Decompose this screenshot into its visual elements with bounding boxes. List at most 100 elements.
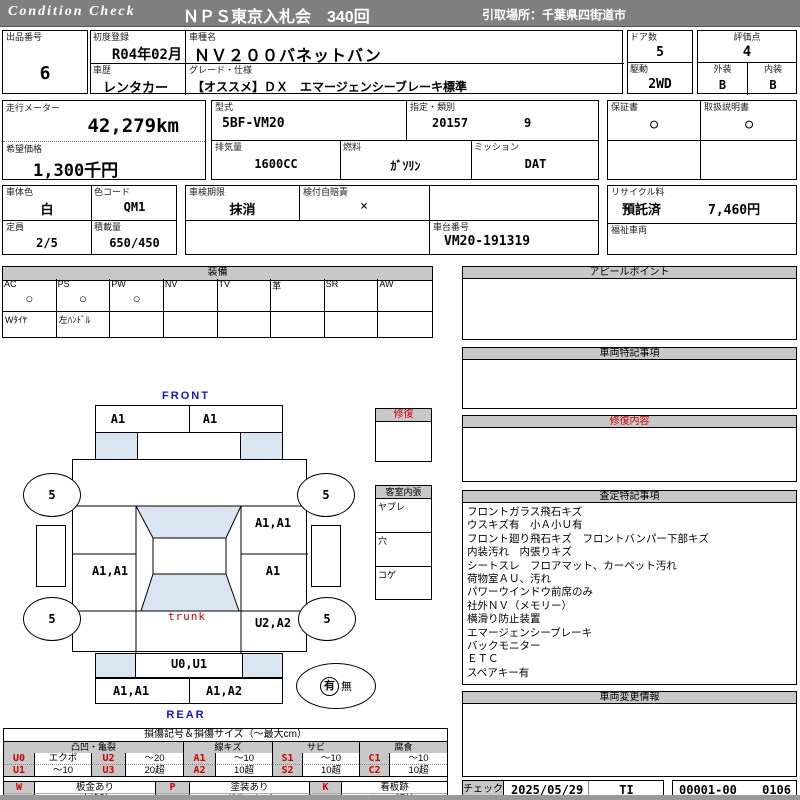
- capacity-label: 定員: [6, 222, 25, 232]
- warranty-label: 保証書: [611, 102, 639, 112]
- body-color-value: 白: [40, 203, 54, 218]
- legend-group: 線キズ: [183, 742, 272, 753]
- equipment-cell: AC ○: [3, 279, 57, 312]
- assessment-line: フロントガラス飛石キズ: [467, 506, 583, 518]
- assessment-line: エマージェンシーブレーキ: [467, 626, 593, 639]
- assessment-line: スペアキー有: [467, 666, 530, 679]
- equipment-extra: [271, 312, 325, 337]
- auction-title: ＮＰＳ東京入札会 340回: [183, 9, 370, 26]
- load-label: 積載量: [94, 222, 122, 232]
- rear-label: REAR: [166, 709, 206, 721]
- equipment-extra: [218, 312, 272, 337]
- spare-tire-indicator: 有 無: [296, 663, 376, 709]
- equipment-cell: 革: [271, 279, 325, 312]
- equipment-cell: NV: [163, 279, 218, 312]
- spec-box: 型式 5BF-VM20 指定・類別 20157 9 排気量 1600CC 燃料 …: [211, 100, 599, 180]
- warranty-value: ○: [650, 117, 658, 132]
- doors-drive-box: ドア数 5 駆動 2WD: [627, 30, 693, 94]
- displacement-value: 1600CC: [254, 157, 298, 171]
- price-label: 希望価格: [6, 144, 43, 154]
- exhibit-number-box: 出品番号 6: [2, 30, 88, 94]
- history-label: 車歴: [93, 65, 112, 75]
- chassis-label: 車台番号: [433, 222, 470, 232]
- legend-group: 凸凹・亀裂: [4, 742, 183, 753]
- recycle-fee: 7,460円: [708, 203, 761, 218]
- history-value: レンタカー: [103, 81, 169, 96]
- equipment-extra: Wﾀｲﾔ: [3, 312, 57, 337]
- equipment-cell: TV: [217, 279, 272, 312]
- body-color-label: 車体色: [6, 187, 34, 197]
- color-code-value: QM1: [123, 200, 146, 214]
- exterior-label: 外装: [713, 64, 732, 74]
- repair-mini-body: [375, 421, 432, 462]
- legend-group-header: 凸凹・亀裂 線キズ サビ 腐食: [4, 742, 447, 753]
- assessment-line: ウスキズ有 小Ａ小Ｕ有: [467, 519, 583, 532]
- grade-label: グレード・仕様: [189, 65, 253, 75]
- left-side-rail: [36, 525, 66, 587]
- drive-value: 2WD: [648, 77, 672, 92]
- assessment-line: 社外ＮＶ（メモリー）: [467, 599, 572, 612]
- assessment-line: 内装汚れ 内張りキズ: [467, 546, 572, 559]
- assessment-line: パワーウインドウ前席のみ: [467, 586, 593, 599]
- score-value: 4: [742, 44, 752, 60]
- tire-front-right: 5: [297, 473, 355, 517]
- pickup-location: 引取場所：千葉県四街道市: [482, 8, 627, 22]
- chassis-value: VM20-191319: [444, 234, 531, 249]
- bottom-strip: [0, 795, 800, 800]
- warranty-manual-box: 保証書 ○ 取扱説明書 ○: [607, 100, 797, 180]
- model-code-value: 5BF-VM20: [222, 116, 285, 131]
- inspection-chassis-box: 車検期限 抹消 検付自賠責 × 車台番号 VM20-191319: [185, 185, 599, 255]
- color-code-label: 色コード: [94, 187, 131, 197]
- change-info-body: [462, 703, 797, 777]
- recycle-label: リサイクル料: [611, 187, 665, 197]
- mission-label: ミッション: [474, 142, 520, 152]
- mark-front-bumper-right: A1: [202, 412, 218, 426]
- repair-detail-body: [462, 427, 797, 482]
- load-value: 650/450: [109, 236, 160, 250]
- right-side-rail: [311, 525, 341, 587]
- first-registration-value: R04年02月: [111, 47, 182, 63]
- insurance-value: ×: [360, 199, 368, 214]
- equipment-cell: AW: [378, 279, 432, 312]
- legend-bottom-row1: W 板金あり P 塗装あり K 看板跡: [4, 782, 447, 794]
- repair-mini-header: 修復: [375, 408, 432, 422]
- auction-sheet: Condition Check ＮＰＳ東京入札会 340回 引取場所：千葉県四街…: [0, 0, 800, 800]
- drive-label: 駆動: [630, 64, 649, 74]
- grade-value: 【オススメ】ＤＸ エマージェンシーブレーキ標準: [192, 80, 468, 94]
- vehicle-notes-body: [462, 359, 797, 409]
- spare-no: 無: [341, 681, 352, 693]
- title-bar: Condition Check ＮＰＳ東京入札会 340回 引取場所：千葉県四街…: [0, 0, 800, 27]
- exhibit-number-label: 出品番号: [6, 32, 43, 42]
- model-name-label: 車種名: [189, 32, 217, 42]
- cabin-row-burn: コゲ: [378, 570, 397, 580]
- mark-left-side-panel: A1,A1: [91, 564, 129, 578]
- first-registration-label: 初度登録: [93, 32, 130, 42]
- mark-right-side-panel: A1: [265, 564, 281, 578]
- recycle-status: 預託済: [622, 203, 662, 218]
- inspection-label: 車検期限: [189, 187, 226, 197]
- equipment-cell: PW ○: [110, 279, 164, 312]
- equipment-extra: [164, 312, 218, 337]
- interior-value: B: [769, 78, 777, 92]
- mark-rear-bumper-right: A1,A2: [205, 684, 243, 698]
- cabin-interior-header: 客室内張: [375, 485, 432, 499]
- model-info-box: 初度登録 R04年02月 車種名 ＮＶ２００バネットバン 車歴 レンタカー グレ…: [90, 30, 624, 96]
- equipment-extra: 左ﾊﾝﾄﾞﾙ: [57, 312, 111, 337]
- assessment-line: 横滑り防止装置: [467, 613, 541, 626]
- doors-label: ドア数: [630, 32, 658, 42]
- fuel-value: ｶﾞｿﾘﾝ: [390, 159, 421, 173]
- odometer-label: 走行メーター: [6, 103, 61, 113]
- tire-rear-left: 5: [23, 597, 81, 641]
- assessment-body: フロントガラス飛石キズ ウスキズ有 小Ａ小Ｕ有 フロント廻り飛石キズ フロントバ…: [462, 502, 797, 685]
- legend-group: サビ: [272, 742, 359, 753]
- mark-rear-gate: U0,U1: [170, 657, 208, 671]
- equipment-grid: AC ○ PS ○ PW ○ NV TV 革 SR AW Wﾀｲﾔ 左ﾊﾝﾄﾞﾙ: [3, 279, 432, 337]
- recycle-box: リサイクル料 預託済 7,460円 福祉車両: [607, 185, 797, 255]
- cabin-row-hole: 穴: [376, 533, 431, 567]
- color-capacity-box: 車体色 白 色コード QM1 定員 2/5 積載量 650/450: [2, 185, 177, 255]
- cabin-row-tear: ヤブレ: [376, 499, 431, 533]
- mark-right-front-panel: A1,A1: [254, 516, 292, 530]
- interior-label: 内装: [763, 64, 782, 74]
- score-label: 評価点: [733, 32, 761, 42]
- assessment-line: ＥＴＣ: [467, 653, 499, 666]
